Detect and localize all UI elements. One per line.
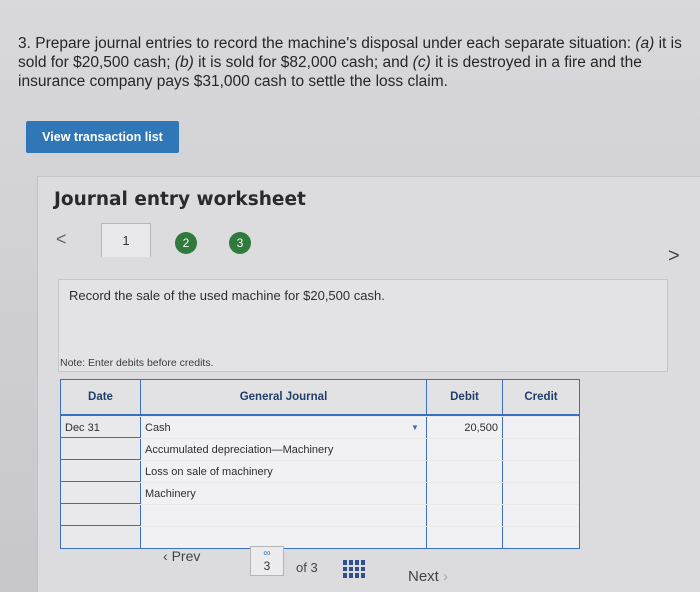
part-b-text: it is sold for $82,000 cash; and [198, 54, 409, 71]
header-date: Date [61, 380, 141, 416]
header-credit: Credit [503, 380, 579, 416]
debit-input[interactable]: 20,500 [427, 417, 503, 438]
account-select[interactable]: Machinery [141, 483, 427, 504]
table-row: Machinery [61, 483, 579, 504]
view-transaction-list-button[interactable]: View transaction list [26, 121, 179, 153]
question-text: 3. Prepare journal entries to record the… [18, 34, 688, 91]
journal-entry-worksheet: Journal entry worksheet < > 1 2 3 Record… [37, 176, 700, 592]
note-text: Note: Enter debits before credits. [60, 357, 214, 369]
tab-entry-3[interactable]: 3 [229, 232, 251, 254]
account-select[interactable]: Accumulated depreciation—Machinery [141, 439, 427, 460]
tab-entry-1[interactable]: 1 [101, 223, 151, 257]
header-debit: Debit [427, 380, 503, 416]
credit-input[interactable] [503, 439, 579, 460]
question-number: 3. [18, 35, 31, 52]
page-total-text: of 3 [296, 560, 318, 575]
next-label: Next [408, 568, 439, 585]
date-cell [61, 439, 141, 460]
table-row: Loss on sale of machinery [61, 461, 579, 482]
prev-button[interactable]: ‹ Prev [163, 548, 200, 564]
previous-entry-chevron-icon[interactable]: < [56, 229, 67, 250]
page-grid-icon[interactable] [343, 560, 365, 578]
credit-input[interactable] [503, 417, 579, 438]
date-cell [61, 483, 141, 504]
link-icon: ∞ [263, 548, 271, 559]
current-page: 3 [263, 559, 271, 573]
account-select[interactable]: Loss on sale of machinery [141, 461, 427, 482]
credit-input[interactable] [503, 461, 579, 482]
debit-input[interactable] [427, 505, 503, 526]
part-b-label: (b) [174, 54, 194, 71]
table-row: Accumulated depreciation—Machinery [61, 439, 579, 460]
general-journal-table: Date General Journal Debit Credit Dec 31… [60, 379, 580, 549]
table-row: Dec 31 Cash ▼ 20,500 [61, 417, 579, 438]
worksheet-title: Journal entry worksheet [54, 189, 306, 210]
instruction-text: Record the sale of the used machine for … [69, 288, 385, 303]
account-select[interactable] [141, 505, 427, 526]
pagination-footer: ‹ Prev ∞ 3 of 3 Next › [0, 540, 700, 592]
header-general-journal: General Journal [141, 380, 427, 416]
date-cell [61, 505, 141, 526]
part-a-label: (a) [635, 35, 655, 52]
debit-input[interactable] [427, 439, 503, 460]
credit-input[interactable] [503, 483, 579, 504]
tab-entry-2[interactable]: 2 [175, 232, 197, 254]
chevron-left-icon: ‹ [163, 548, 172, 564]
chevron-right-icon: › [438, 568, 449, 585]
next-button[interactable]: Next › [408, 568, 448, 585]
date-cell: Dec 31 [61, 417, 141, 438]
account-select[interactable]: Cash [141, 417, 427, 438]
debit-input[interactable] [427, 461, 503, 482]
credit-input[interactable] [503, 505, 579, 526]
debit-input[interactable] [427, 483, 503, 504]
date-cell [61, 461, 141, 482]
part-c-label: (c) [412, 54, 431, 71]
prev-label: Prev [171, 548, 201, 564]
next-entry-chevron-icon[interactable]: > [668, 245, 680, 268]
table-row [61, 505, 579, 526]
chevron-down-icon[interactable]: ▼ [407, 421, 423, 434]
question-intro: Prepare journal entries to record the ma… [35, 35, 632, 52]
page-number-box[interactable]: ∞ 3 [250, 546, 284, 576]
